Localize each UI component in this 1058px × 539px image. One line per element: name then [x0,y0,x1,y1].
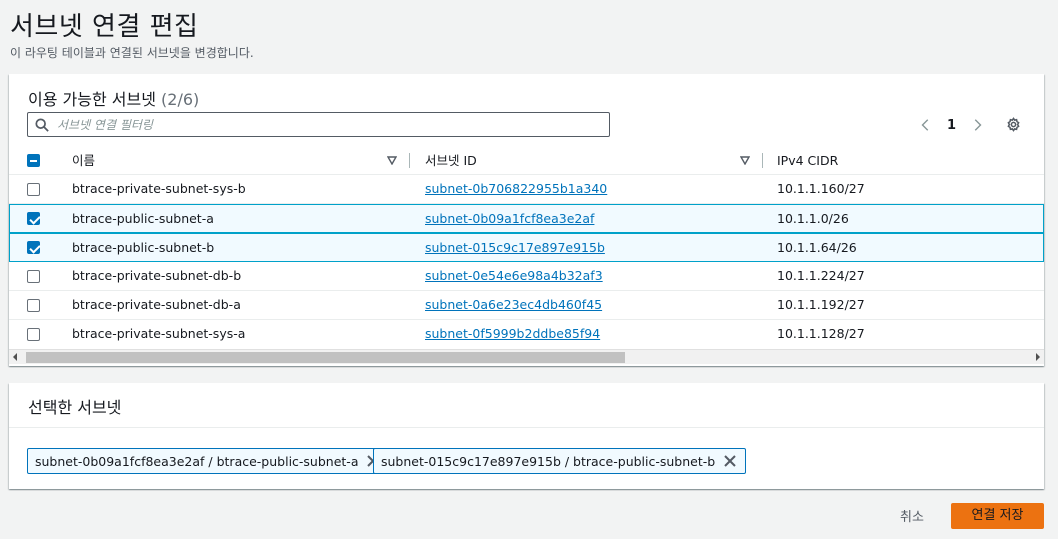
subnet-cidr: 10.1.1.64/26 [777,240,857,255]
available-subnets-panel: 이용 가능한 서브넷 (2/6) 1 이름 서브넷 ID [9,74,1044,366]
row-checkbox[interactable] [27,212,40,225]
subnet-filter-input[interactable] [57,117,609,132]
row-checkbox[interactable] [27,299,40,312]
search-icon [35,117,49,132]
row-checkbox[interactable] [27,241,40,254]
column-header-ipv4-cidr[interactable]: IPv4 CIDR [777,146,838,175]
row-checkbox[interactable] [27,270,40,283]
chevron-left-icon[interactable] [919,118,933,132]
scroll-right-arrow[interactable] [1036,353,1040,361]
row-checkbox[interactable] [27,328,40,341]
subnet-name: btrace-public-subnet-b [72,240,215,255]
subnet-cidr: 10.1.1.192/27 [777,297,865,312]
subnet-cidr: 10.1.1.0/26 [777,211,849,226]
subnet-filter[interactable] [27,112,610,137]
horizontal-scrollbar[interactable] [9,349,1044,364]
column-header-name[interactable]: 이름 [72,146,95,175]
row-checkbox[interactable] [27,183,40,196]
table-header: 이름 서브넷 ID IPv4 CIDR [9,146,1044,175]
subnet-id-link[interactable]: subnet-0b09a1fcf8ea3e2af [425,205,594,233]
select-all-checkbox[interactable] [27,154,40,167]
table-row[interactable]: btrace-private-subnet-db-b subnet-0e54e6… [9,262,1044,291]
page-description: 이 라우팅 테이블과 연결된 서브넷을 변경합니다. [10,46,254,60]
table-row[interactable]: btrace-public-subnet-b subnet-015c9c17e8… [9,233,1044,262]
scroll-left-arrow[interactable] [13,353,17,361]
subnet-name: btrace-public-subnet-a [72,211,214,226]
selected-subnets-panel: 선택한 서브넷 subnet-0b09a1fcf8ea3e2af / btrac… [9,383,1044,489]
page-title: 서브넷 연결 편집 [10,12,199,42]
column-divider[interactable] [762,153,763,168]
divider [9,427,1044,428]
subnet-name: btrace-private-subnet-sys-b [72,181,246,196]
gear-icon[interactable] [1005,116,1022,133]
sort-down-icon[interactable] [740,156,750,165]
scrollbar-thumb[interactable] [26,352,625,363]
column-divider[interactable] [409,153,410,168]
table-row[interactable]: btrace-private-subnet-sys-a subnet-0f599… [9,320,1044,349]
subnet-id-link[interactable]: subnet-0a6e23ec4db460f45 [425,291,602,319]
available-subnets-title: 이용 가능한 서브넷 [28,90,156,109]
available-subnets-heading: 이용 가능한 서브넷 (2/6) [28,86,199,110]
subnet-name: btrace-private-subnet-db-b [72,268,242,283]
subnet-cidr: 10.1.1.224/27 [777,268,865,283]
sort-down-icon[interactable] [387,156,397,165]
token-label: subnet-015c9c17e897e915b / btrace-public… [381,453,716,469]
token-label: subnet-0b09a1fcf8ea3e2af / btrace-public… [35,453,359,469]
table-row[interactable]: btrace-public-subnet-a subnet-0b09a1fcf8… [9,204,1044,233]
chevron-right-icon[interactable] [970,118,984,132]
subnet-cidr: 10.1.1.128/27 [777,326,865,341]
close-icon[interactable] [723,454,737,468]
table-row[interactable]: btrace-private-subnet-sys-b subnet-0b706… [9,175,1044,204]
subnet-id-link[interactable]: subnet-0e54e6e98a4b32af3 [425,262,603,290]
page-number[interactable]: 1 [947,118,956,133]
subnet-name: btrace-private-subnet-db-a [72,297,241,312]
subnet-id-link[interactable]: subnet-0b706822955b1a340 [425,175,607,203]
save-associations-button[interactable]: 연결 저장 [951,503,1044,529]
column-header-subnet-id[interactable]: 서브넷 ID [425,146,477,175]
subnet-name: btrace-private-subnet-sys-a [72,326,246,341]
subnet-id-link[interactable]: subnet-0f5999b2ddbe85f94 [425,320,600,348]
table-row[interactable]: btrace-private-subnet-db-a subnet-0a6e23… [9,291,1044,320]
subnets-table: 이름 서브넷 ID IPv4 CIDR btrace-private-subne… [9,146,1044,349]
subnet-id-link[interactable]: subnet-015c9c17e897e915b [425,234,605,262]
selected-subnet-token: subnet-0b09a1fcf8ea3e2af / btrace-public… [27,448,390,474]
subnet-cidr: 10.1.1.160/27 [777,181,865,196]
cancel-button[interactable]: 취소 [900,506,924,525]
selected-subnets-title: 선택한 서브넷 [28,398,122,417]
selected-subnet-token: subnet-015c9c17e897e915b / btrace-public… [373,448,747,474]
pagination: 1 [919,114,984,136]
available-subnets-count: (2/6) [161,90,200,109]
